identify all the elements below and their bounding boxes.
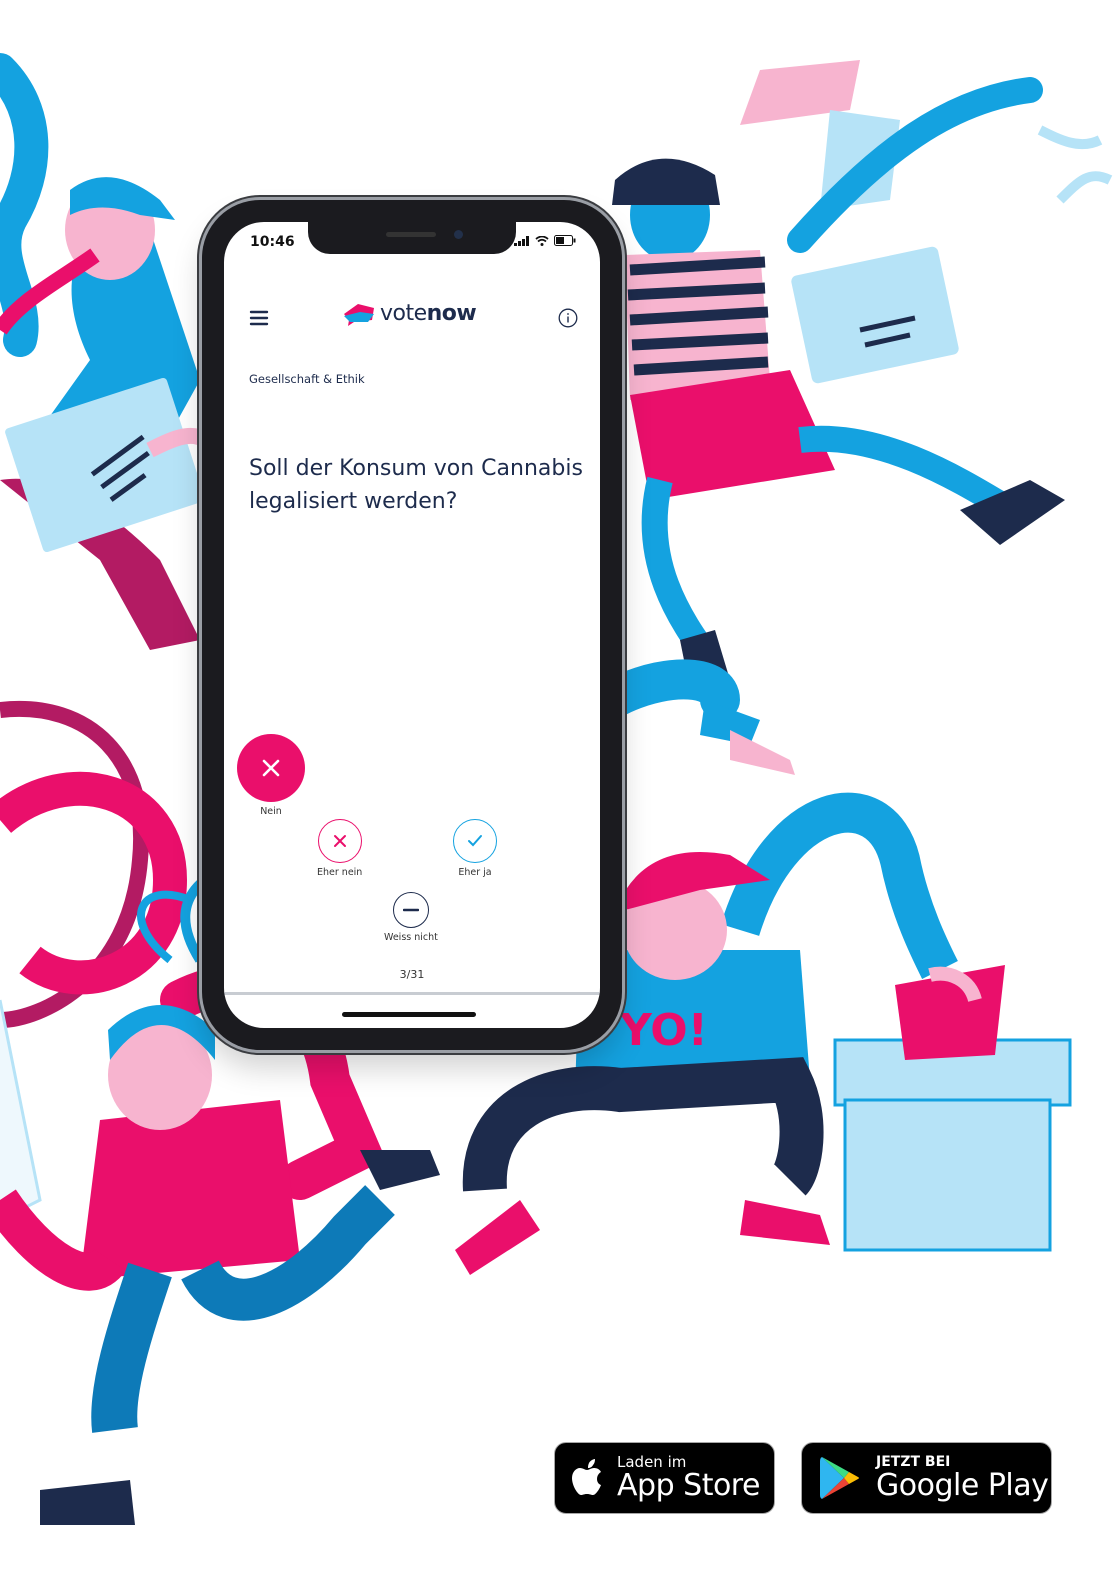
app-logo: votenow	[342, 300, 477, 326]
check-icon	[468, 835, 482, 847]
logo-text: votenow	[380, 300, 477, 326]
vote-rather-no-label: Eher nein	[317, 867, 363, 878]
question-progress: 3/31	[399, 968, 425, 981]
bottom-divider	[224, 992, 600, 995]
app-store-badge[interactable]: Laden im App Store	[554, 1442, 775, 1514]
app-store-large-text: App Store	[617, 1468, 760, 1503]
character-top-left	[0, 53, 210, 650]
vote-rather-no-button[interactable]: Eher nein	[317, 819, 362, 878]
vote-dont-know-label: Weiss nicht	[384, 932, 438, 943]
vote-dont-know-button[interactable]: Weiss nicht	[384, 892, 438, 943]
vote-no-button[interactable]: Nein	[237, 734, 305, 817]
phone-screen: 10:46 votenow Gesellschaft & Ethik Soll …	[224, 222, 600, 1028]
close-icon	[262, 759, 280, 777]
vote-rather-yes-label: Eher ja	[458, 867, 492, 878]
battery-icon	[554, 235, 576, 246]
vote-no-label: Nein	[260, 806, 282, 817]
home-indicator	[342, 1012, 476, 1017]
logo-icon	[344, 304, 374, 326]
svg-text:YO!: YO!	[619, 1005, 708, 1056]
status-time: 10:46	[250, 234, 295, 250]
info-icon[interactable]	[558, 308, 578, 328]
minus-icon	[402, 908, 419, 912]
question-text: Soll der Konsum von Cannabis legalisiert…	[249, 456, 583, 514]
google-play-badge[interactable]: JETZT BEI Google Play	[801, 1442, 1052, 1514]
close-icon	[333, 835, 346, 847]
apple-icon	[572, 1459, 601, 1495]
status-icons	[514, 235, 576, 246]
phone-mockup: 10:46 votenow Gesellschaft & Ethik Soll …	[202, 200, 622, 1050]
character-top-right	[612, 60, 1113, 690]
google-play-icon	[820, 1457, 859, 1499]
speaker	[386, 232, 436, 237]
front-camera	[454, 230, 463, 239]
phone-notch	[308, 222, 516, 254]
signal-icon	[514, 235, 529, 246]
menu-icon[interactable]	[248, 308, 270, 328]
vote-rather-yes-button[interactable]: Eher ja	[453, 819, 497, 878]
question-category: Gesellschaft & Ethik	[249, 372, 365, 386]
google-play-large-text: Google Play	[876, 1468, 1049, 1503]
wifi-icon	[535, 235, 549, 246]
